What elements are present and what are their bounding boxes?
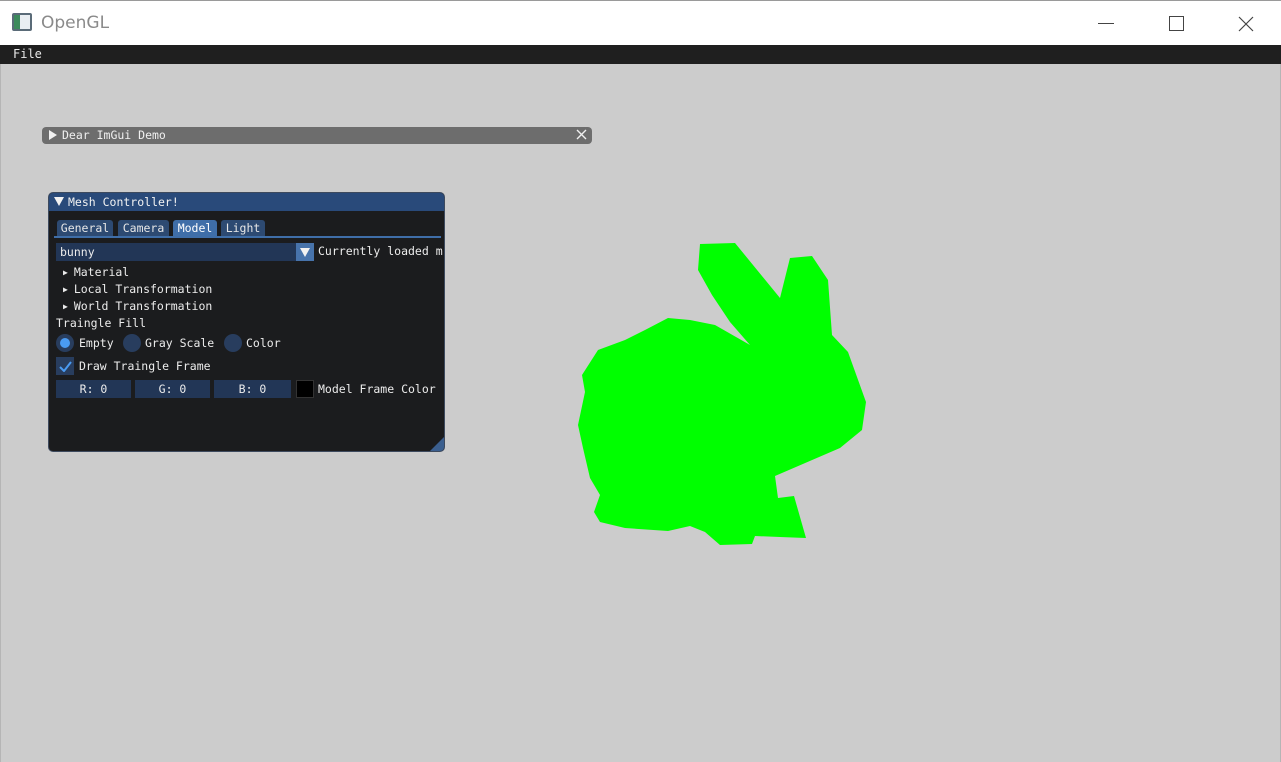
maximize-button[interactable]: [1141, 1, 1211, 46]
tab-underline: [54, 236, 441, 238]
frame-color-g-input[interactable]: G: 0: [135, 380, 210, 398]
window-title: OpenGL: [41, 13, 110, 33]
frame-color-label: Model Frame Color: [318, 382, 436, 396]
model-select[interactable]: bunny: [56, 243, 314, 261]
tab-light[interactable]: Light: [221, 220, 265, 236]
tree-node-local-transformation[interactable]: ▶ Local Transformation: [63, 282, 212, 296]
viewport-border-left: [0, 64, 1, 762]
bunny-model: [578, 243, 866, 545]
tree-arrow-icon: ▶: [63, 285, 68, 294]
radio-gray-scale-label[interactable]: Gray Scale: [145, 336, 214, 350]
minimize-icon: [1098, 22, 1114, 24]
app-icon: [12, 13, 32, 31]
collapse-arrow-icon[interactable]: [54, 197, 64, 206]
frame-color-swatch[interactable]: [296, 380, 314, 398]
menu-file[interactable]: File: [13, 47, 42, 61]
imgui-demo-title: Dear ImGui Demo: [62, 128, 166, 142]
maximize-icon: [1168, 16, 1184, 31]
tree-node-label: Material: [73, 265, 130, 279]
close-icon[interactable]: [576, 129, 587, 140]
minimize-button[interactable]: [1071, 1, 1141, 46]
tab-model[interactable]: Model: [173, 220, 217, 236]
model-select-dropdown-button[interactable]: [296, 243, 314, 261]
chevron-down-icon: [300, 247, 310, 257]
radio-gray-scale[interactable]: [123, 334, 141, 352]
checkmark-icon: [58, 360, 72, 372]
draw-frame-checkbox[interactable]: [56, 357, 74, 375]
mesh-controller-title-bar[interactable]: Mesh Controller!: [49, 193, 444, 211]
draw-frame-label[interactable]: Draw Traingle Frame: [79, 359, 211, 373]
tree-node-material[interactable]: ▶ Material: [63, 265, 129, 279]
radio-color-label[interactable]: Color: [246, 336, 281, 350]
close-icon: [1238, 16, 1254, 31]
mesh-controller-window: Mesh Controller! General Camera Model Li…: [48, 192, 445, 452]
mesh-controller-title: Mesh Controller!: [68, 195, 179, 209]
frame-color-r-input[interactable]: R: 0: [56, 380, 131, 398]
tab-camera[interactable]: Camera: [118, 220, 169, 236]
model-select-label: Currently loaded m: [318, 244, 443, 258]
triangle-fill-label: Traingle Fill: [56, 316, 147, 330]
radio-color[interactable]: [224, 334, 242, 352]
radio-empty[interactable]: [56, 334, 74, 352]
radio-empty-label[interactable]: Empty: [79, 336, 114, 350]
tab-general[interactable]: General: [57, 220, 113, 236]
window-title-bar: OpenGL: [0, 0, 1281, 45]
tree-node-world-transformation[interactable]: ▶ World Transformation: [63, 299, 212, 313]
model-select-value: bunny: [60, 245, 95, 259]
tree-node-label: Local Transformation: [73, 282, 213, 296]
tree-node-label: World Transformation: [73, 299, 213, 313]
expand-arrow-icon[interactable]: [48, 130, 57, 140]
menu-bar: File: [0, 45, 1281, 64]
resize-grip[interactable]: [430, 437, 444, 451]
close-window-button[interactable]: [1211, 1, 1281, 46]
tree-arrow-icon: ▶: [63, 302, 68, 311]
tree-arrow-icon: ▶: [63, 268, 68, 277]
imgui-demo-window-collapsed[interactable]: Dear ImGui Demo: [42, 127, 592, 144]
frame-color-b-input[interactable]: B: 0: [214, 380, 291, 398]
